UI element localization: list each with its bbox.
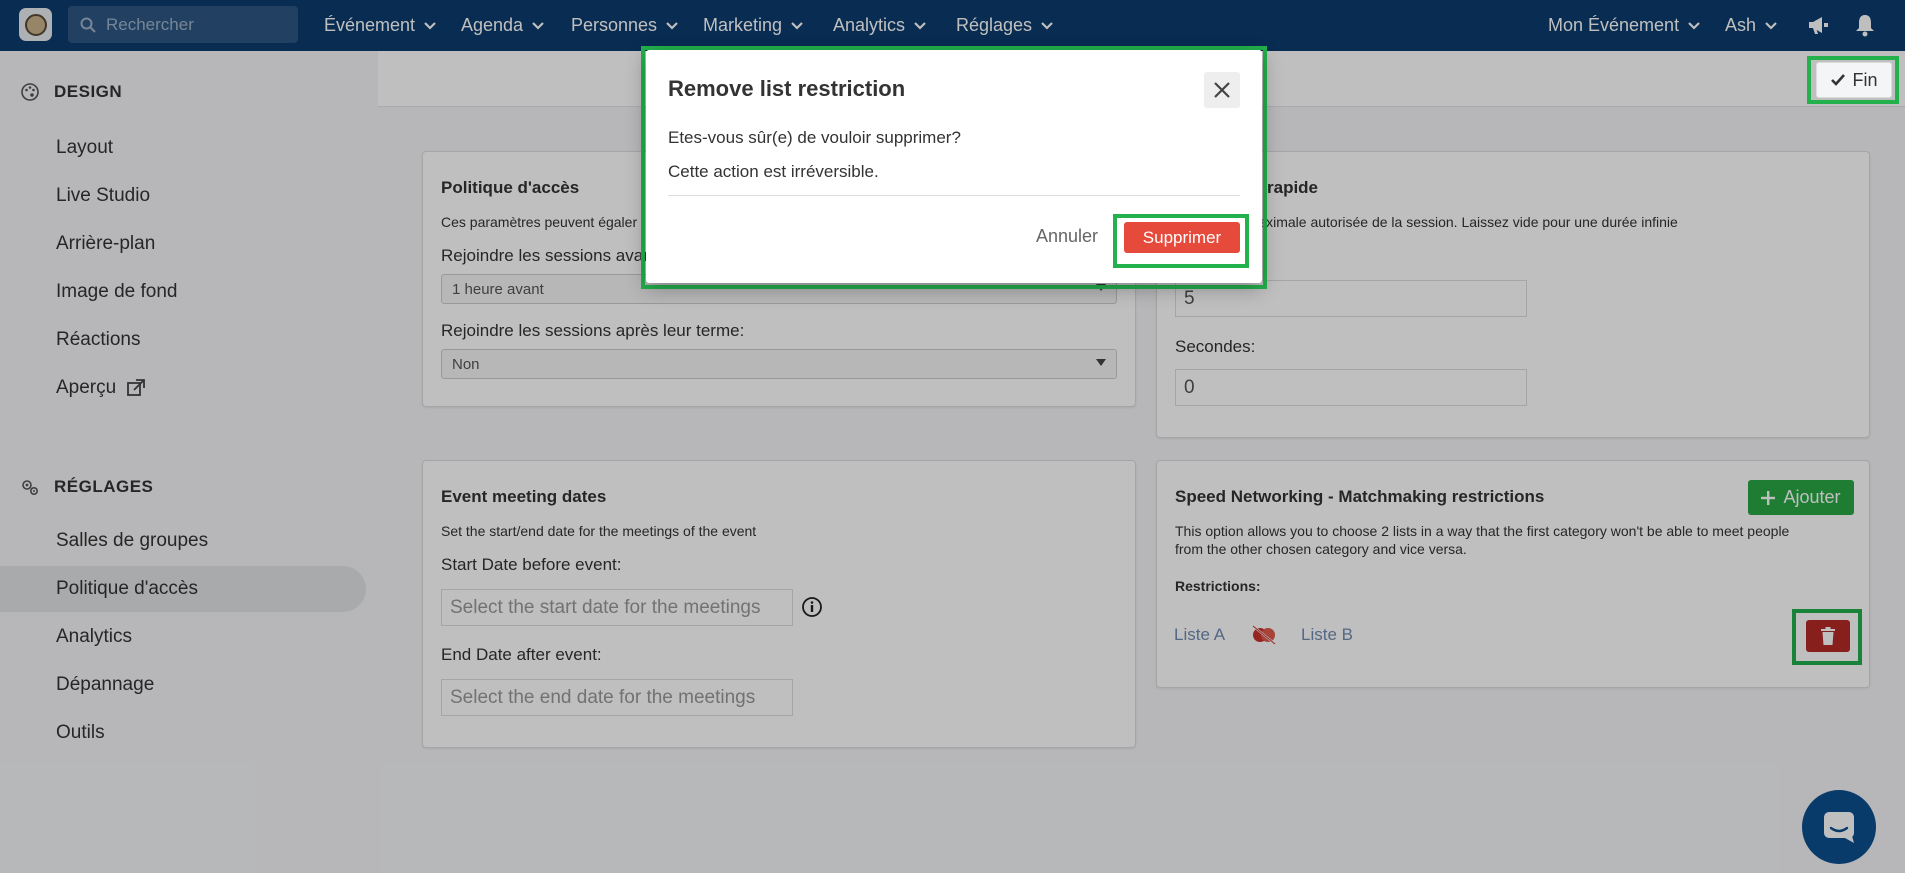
dialog-message: Etes-vous sûr(e) de vouloir supprimer? xyxy=(668,128,961,147)
highlight-fin-button xyxy=(1807,56,1899,104)
dialog-close-button[interactable] xyxy=(1204,72,1240,108)
dialog-title: Remove list restriction xyxy=(668,76,906,101)
close-icon xyxy=(1214,82,1230,98)
dialog-warning: Cette action est irréversible. xyxy=(668,162,879,181)
cancel-button[interactable]: Annuler xyxy=(1036,226,1098,247)
highlight-confirm-button xyxy=(1113,214,1249,268)
dialog-divider xyxy=(668,195,1240,196)
